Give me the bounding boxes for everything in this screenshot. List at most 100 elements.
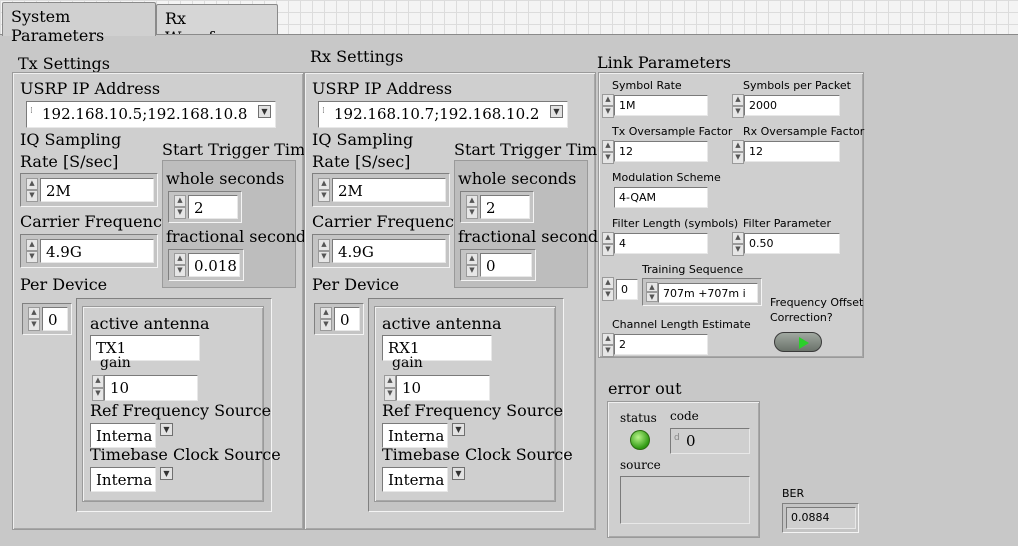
tx-iq-rate-input[interactable]: 2M: [40, 178, 154, 202]
symbol-rate-label: Symbol Rate: [612, 79, 682, 92]
error-code-output: d 0: [670, 428, 750, 454]
tx-timebase-label: Timebase Clock Source: [90, 445, 281, 464]
rx-start-trigger-label: Start Trigger Time: [454, 140, 607, 159]
training-index-input[interactable]: 0: [616, 279, 638, 300]
tx-ref-freq-label: Ref Frequency Source: [90, 401, 272, 420]
tx-start-trigger-label: Start Trigger Time: [162, 140, 315, 159]
rx-per-device-index-input[interactable]: 0: [334, 307, 360, 331]
tx-fractional-seconds-spinner[interactable]: ▲ ▼: [174, 253, 186, 277]
ring-icon: ⁞: [30, 106, 33, 116]
rx-gain-input[interactable]: 10: [396, 375, 490, 401]
tx-fractional-seconds-label: fractional seconds: [166, 227, 315, 246]
ber-label: BER: [782, 487, 805, 500]
tx-per-device-index-input[interactable]: 0: [42, 307, 68, 331]
tx-whole-seconds-label: whole seconds: [166, 169, 285, 188]
rx-iq-rate-label-1: IQ Sampling: [312, 130, 414, 149]
rx-oversample-spinner[interactable]: ▲ ▼: [732, 140, 744, 164]
freq-offset-label-2: Correction?: [770, 311, 833, 324]
tx-settings-title: Tx Settings: [18, 54, 110, 73]
tx-usrp-ip-label: USRP IP Address: [20, 79, 161, 98]
rx-whole-seconds-spinner[interactable]: ▲ ▼: [466, 195, 478, 219]
training-index-spinner[interactable]: ▲ ▼: [602, 277, 614, 301]
freq-offset-toggle[interactable]: [774, 332, 822, 352]
tx-whole-seconds-spinner[interactable]: ▲ ▼: [174, 195, 186, 219]
tab-system-parameters[interactable]: System Parameters: [2, 2, 156, 45]
tx-timebase-select[interactable]: Interna: [90, 467, 156, 492]
rx-usrp-ip-dropdown-button[interactable]: ▼: [550, 105, 563, 118]
rx-timebase-label: Timebase Clock Source: [382, 445, 573, 464]
tx-iq-rate-label-2: Rate [S/sec]: [20, 152, 119, 171]
symbols-per-packet-spinner[interactable]: ▲ ▼: [732, 94, 744, 118]
play-icon: [799, 337, 809, 349]
symbols-per-packet-label: Symbols per Packet: [743, 79, 851, 92]
error-status-label: status: [620, 411, 657, 425]
error-status-led: [630, 430, 650, 450]
rx-ref-freq-label: Ref Frequency Source: [382, 401, 564, 420]
modulation-scheme-label: Modulation Scheme: [612, 171, 721, 184]
filter-length-spinner[interactable]: ▲ ▼: [602, 232, 614, 256]
ring-icon: ⁞: [322, 106, 325, 116]
tx-carrier-freq-spinner[interactable]: ▲ ▼: [26, 239, 38, 263]
filter-length-input[interactable]: 4: [614, 233, 708, 254]
filter-parameter-input[interactable]: 0.50: [744, 233, 840, 254]
tx-gain-input[interactable]: 10: [104, 375, 198, 401]
error-code-label: code: [670, 409, 699, 423]
modulation-scheme-select[interactable]: 4-QAM: [614, 187, 708, 208]
rx-carrier-freq-input[interactable]: 4.9G: [332, 239, 446, 263]
training-sequence-input[interactable]: 707m +707m i: [658, 283, 758, 303]
rx-oversample-label: Rx Oversample Factor: [743, 125, 865, 138]
tx-usrp-ip-value: 192.168.10.5;192.168.10.8: [42, 105, 248, 123]
tx-iq-rate-label-1: IQ Sampling: [20, 130, 122, 149]
rx-oversample-input[interactable]: 12: [744, 141, 840, 162]
symbol-rate-spinner[interactable]: ▲ ▼: [602, 94, 614, 118]
error-source-output: [620, 476, 750, 524]
rx-timebase-dropdown-button[interactable]: ▼: [452, 467, 465, 480]
tx-whole-seconds-input[interactable]: 2: [188, 195, 238, 219]
tx-carrier-freq-input[interactable]: 4.9G: [40, 239, 154, 263]
tx-usrp-ip-dropdown-button[interactable]: ▼: [258, 105, 271, 118]
rx-usrp-ip-label: USRP IP Address: [312, 79, 453, 98]
tx-oversample-input[interactable]: 12: [614, 141, 708, 162]
rx-fractional-seconds-input[interactable]: 0: [480, 253, 532, 277]
rx-active-antenna-label: active antenna: [382, 314, 502, 333]
filter-parameter-label: Filter Parameter: [743, 217, 831, 230]
rx-whole-seconds-input[interactable]: 2: [480, 195, 530, 219]
ber-output: 0.0884: [786, 507, 856, 529]
tx-timebase-dropdown-button[interactable]: ▼: [160, 467, 173, 480]
channel-length-input[interactable]: 2: [614, 334, 708, 355]
rx-timebase-select[interactable]: Interna: [382, 467, 448, 492]
rx-per-device-index-spinner[interactable]: ▲ ▼: [320, 307, 332, 331]
tx-gain-label: gain: [100, 355, 131, 371]
rx-gain-label: gain: [392, 355, 423, 371]
tx-per-device-label: Per Device: [20, 275, 108, 294]
tx-per-device-index-spinner[interactable]: ▲ ▼: [28, 307, 40, 331]
rx-iq-rate-input[interactable]: 2M: [332, 178, 446, 202]
tab-rx-waveforms[interactable]: Rx Waveforms: [156, 4, 278, 47]
symbols-per-packet-input[interactable]: 2000: [744, 95, 840, 116]
tx-oversample-spinner[interactable]: ▲ ▼: [602, 140, 614, 164]
rx-usrp-ip-combo[interactable]: ⁞ 192.168.10.7;192.168.10.2: [318, 101, 568, 128]
rx-gain-spinner[interactable]: ▲ ▼: [384, 375, 396, 401]
channel-length-spinner[interactable]: ▲ ▼: [602, 333, 614, 357]
rx-settings-title: Rx Settings: [310, 47, 404, 66]
error-out-title: error out: [608, 379, 682, 398]
rx-per-device-label: Per Device: [312, 275, 400, 294]
tx-fractional-seconds-input[interactable]: 0.018: [188, 253, 240, 277]
rx-iq-rate-spinner[interactable]: ▲ ▼: [318, 178, 330, 202]
rx-fractional-seconds-spinner[interactable]: ▲ ▼: [466, 253, 478, 277]
tx-gain-spinner[interactable]: ▲ ▼: [92, 375, 104, 401]
training-sequence-label: Training Sequence: [642, 263, 744, 276]
tx-usrp-ip-combo[interactable]: ⁞ 192.168.10.5;192.168.10.8: [26, 101, 276, 128]
tx-ref-freq-dropdown-button[interactable]: ▼: [160, 423, 173, 436]
rx-ref-freq-dropdown-button[interactable]: ▼: [452, 423, 465, 436]
filter-length-label: Filter Length (symbols): [612, 217, 739, 230]
channel-length-label: Channel Length Estimate: [612, 318, 751, 331]
filter-parameter-spinner[interactable]: ▲ ▼: [732, 232, 744, 256]
tx-iq-rate-spinner[interactable]: ▲ ▼: [26, 178, 38, 202]
rx-carrier-freq-spinner[interactable]: ▲ ▼: [318, 239, 330, 263]
rx-whole-seconds-label: whole seconds: [458, 169, 577, 188]
freq-offset-label-1: Frequency Offset: [770, 296, 864, 309]
symbol-rate-input[interactable]: 1M: [614, 95, 708, 116]
tx-oversample-label: Tx Oversample Factor: [612, 125, 733, 138]
training-sequence-spinner[interactable]: ▲ ▼: [646, 282, 658, 302]
